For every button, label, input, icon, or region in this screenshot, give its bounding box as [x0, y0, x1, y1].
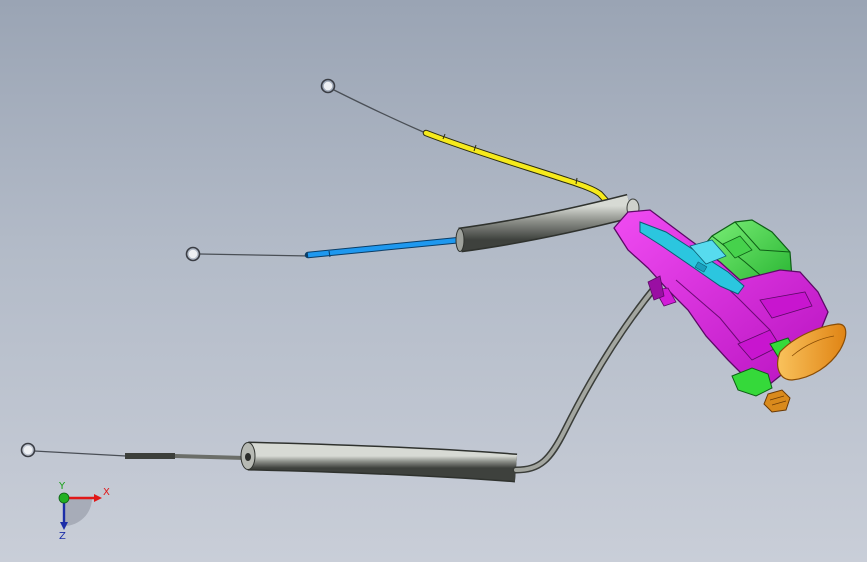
z-axis-label: Z	[59, 531, 66, 542]
lock-actuator-assembly[interactable]	[613, 209, 847, 413]
upper-cable[interactable]	[320, 78, 614, 209]
upper-cable-wire	[333, 89, 429, 135]
x-axis-label: X	[103, 487, 110, 498]
lower-cable-wire	[33, 450, 127, 457]
orientation-triad[interactable]: X Y Z	[44, 482, 114, 552]
middle-cable[interactable]	[185, 193, 640, 262]
lower-cable[interactable]	[20, 282, 660, 483]
model-scene[interactable]	[0, 0, 867, 562]
electrical-connector	[763, 389, 791, 413]
middle-cable-wire	[199, 253, 311, 257]
cad-graphics-viewport[interactable]: X Y Z	[0, 0, 867, 562]
y-axis-label: Y	[59, 481, 66, 492]
